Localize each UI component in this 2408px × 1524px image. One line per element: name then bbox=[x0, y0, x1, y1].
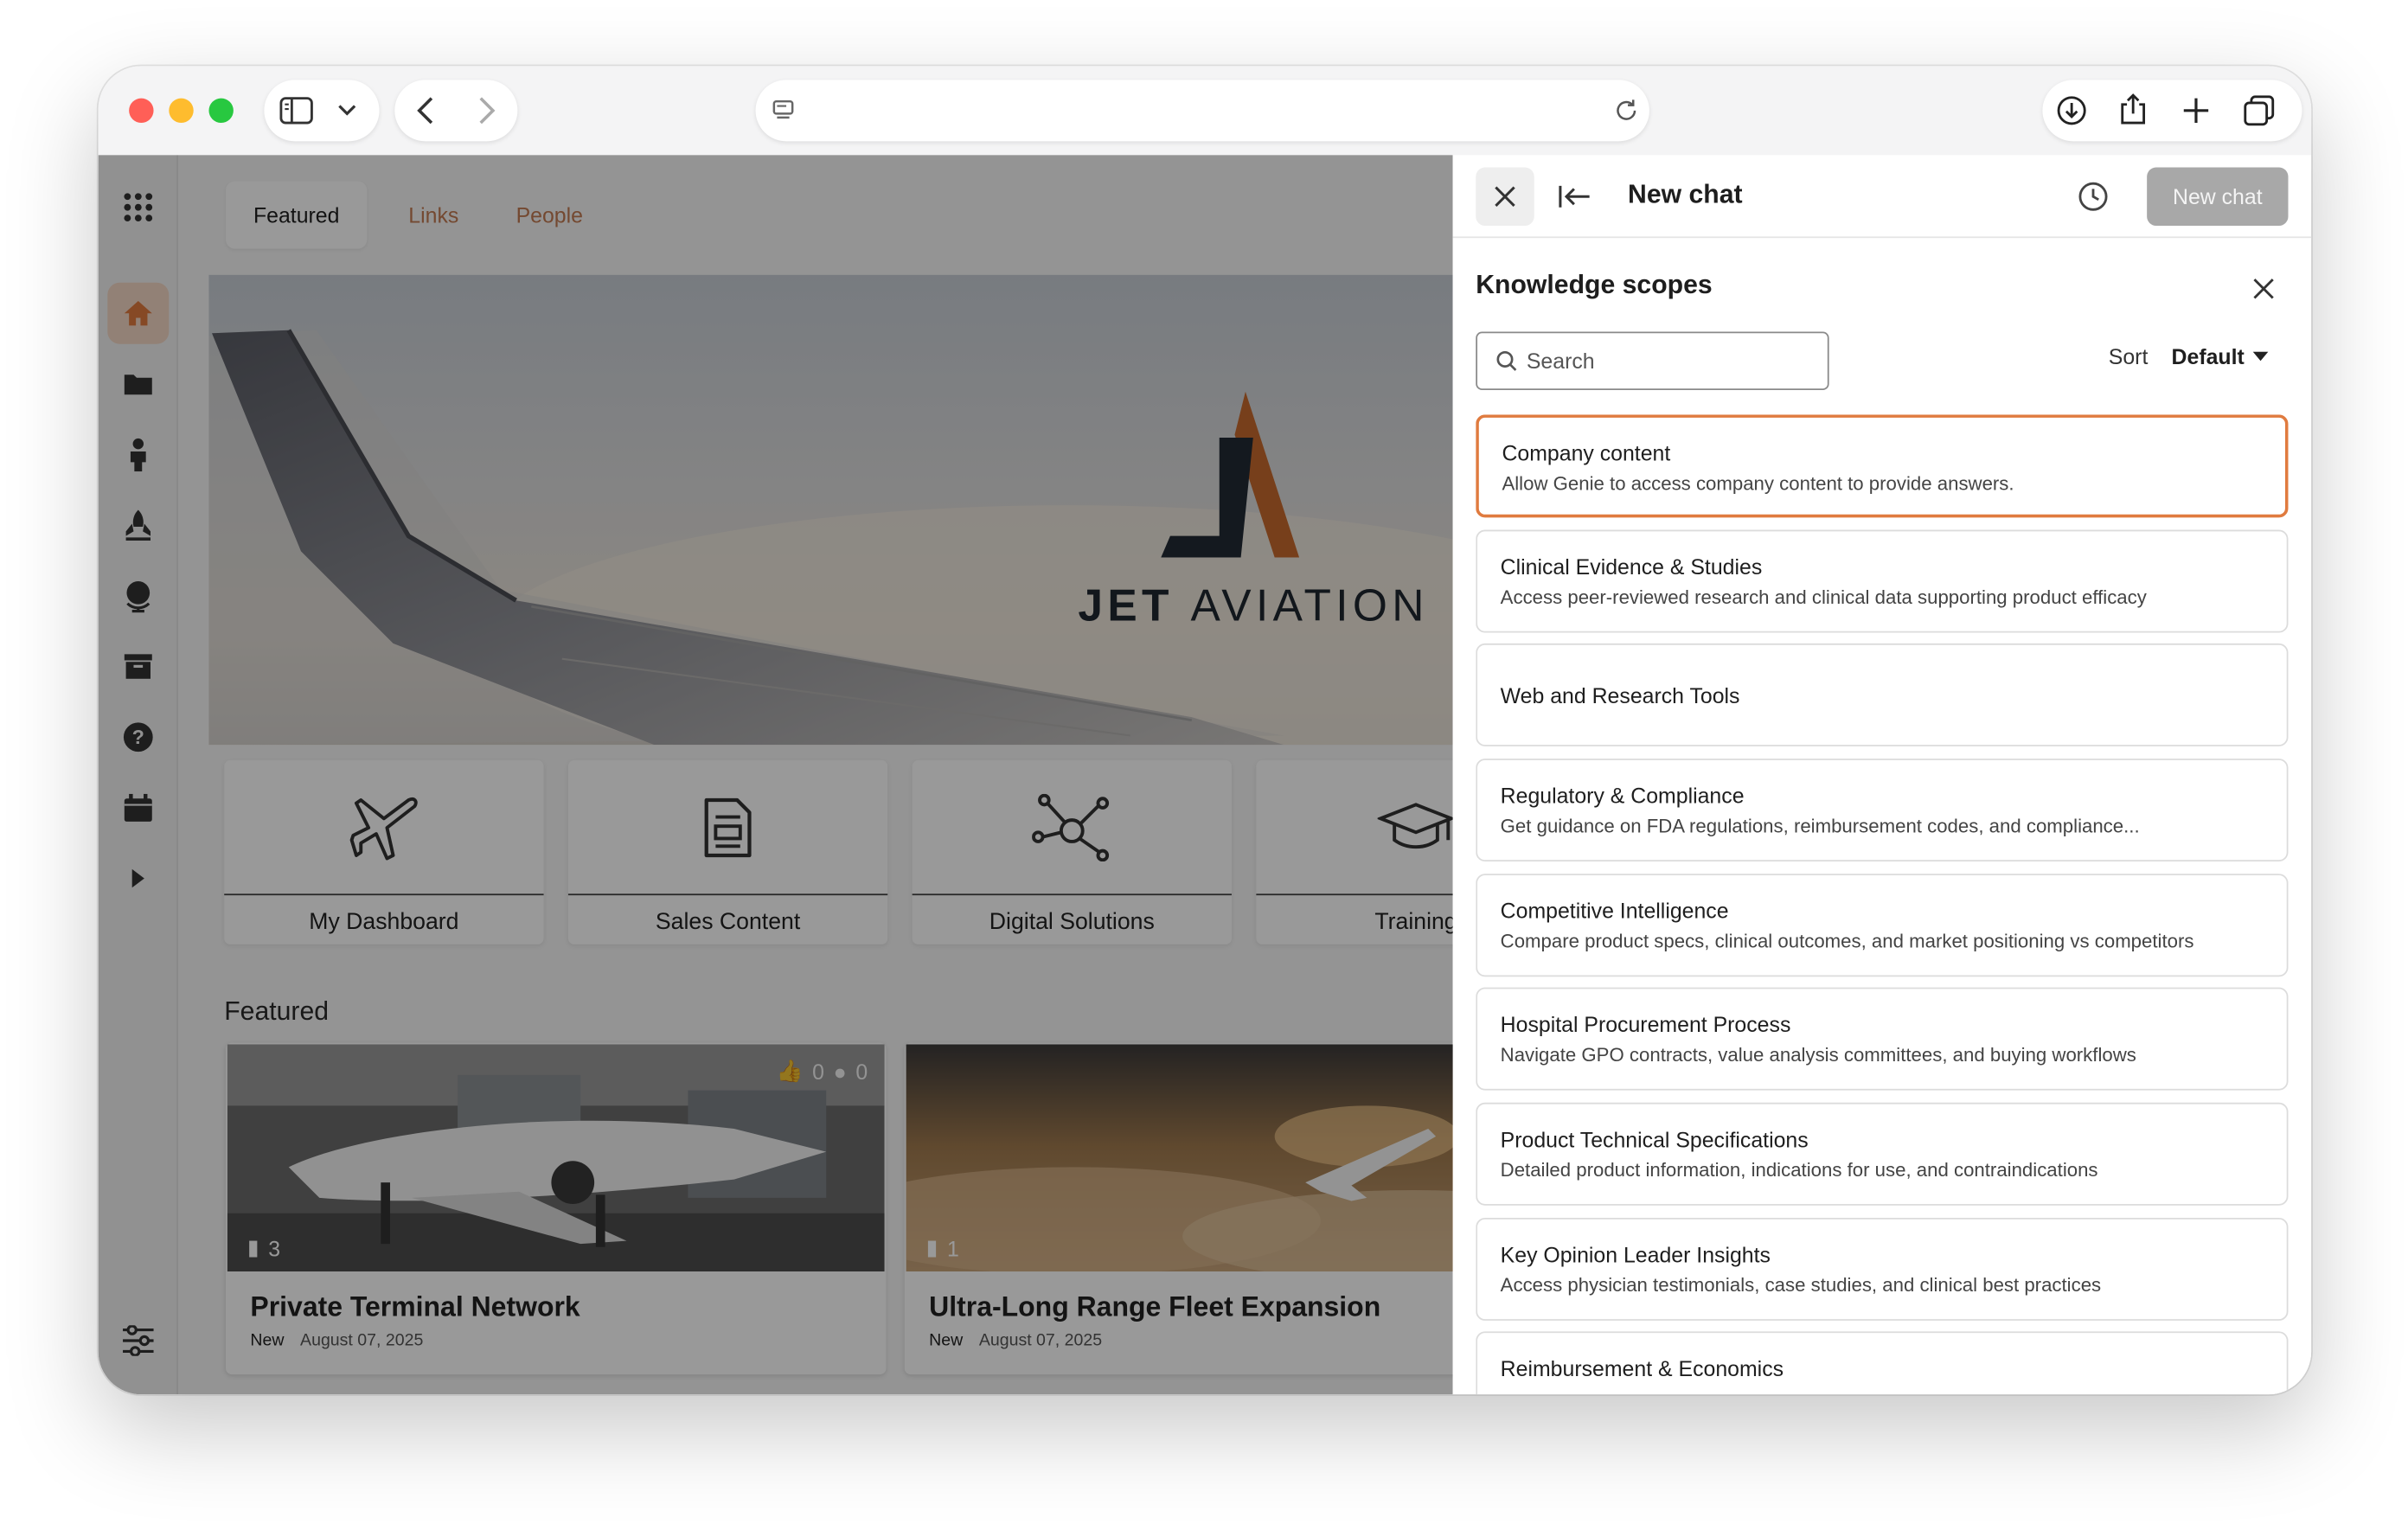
history-button[interactable] bbox=[2075, 178, 2112, 215]
scope-title: Product Technical Specifications bbox=[1500, 1127, 1809, 1152]
chevron-down-icon[interactable] bbox=[335, 99, 359, 123]
scope-item[interactable]: Web and Research Tools bbox=[1476, 643, 2289, 746]
scope-description: Navigate GPO contracts, value analysis c… bbox=[1500, 1044, 2136, 1066]
scope-description: Allow Genie to access company content to… bbox=[1502, 472, 2014, 495]
knowledge-scopes-title: Knowledge scopes bbox=[1476, 270, 1713, 300]
screen: ? Featured Links People JET AVIATION My … bbox=[0, 0, 2408, 1523]
sort-value: Default bbox=[2171, 343, 2245, 369]
scope-title: Reimbursement & Economics bbox=[1500, 1355, 1784, 1381]
close-icon bbox=[1495, 186, 1515, 207]
search-icon bbox=[1496, 350, 1517, 371]
history-icon bbox=[2078, 182, 2108, 211]
scope-item[interactable]: Clinical Evidence & Studies Access peer-… bbox=[1476, 529, 2289, 633]
panel-title: New chat bbox=[1628, 179, 1743, 209]
close-icon bbox=[2253, 279, 2274, 299]
scope-item[interactable]: Hospital Procurement Process Navigate GP… bbox=[1476, 987, 2289, 1091]
scope-title: Web and Research Tools bbox=[1500, 683, 1740, 708]
back-icon[interactable] bbox=[410, 95, 441, 126]
collapse-left-icon bbox=[1559, 185, 1590, 208]
scope-item[interactable]: Reimbursement & Economics bbox=[1476, 1331, 2289, 1395]
scope-search-input[interactable] bbox=[1526, 349, 1803, 374]
scope-description: Access physician testimonials, case stud… bbox=[1500, 1274, 2102, 1297]
scope-item[interactable]: Product Technical Specifications Detaile… bbox=[1476, 1102, 2289, 1206]
sort-label: Sort bbox=[2108, 343, 2149, 369]
knowledge-scope-list: Company content Allow Genie to access co… bbox=[1476, 414, 2289, 1395]
share-icon[interactable] bbox=[2117, 91, 2150, 128]
scope-item[interactable]: Regulatory & Compliance Get guidance on … bbox=[1476, 759, 2289, 862]
sidebar-icon[interactable] bbox=[277, 93, 317, 127]
caret-down-icon bbox=[2253, 351, 2270, 362]
plus-icon[interactable] bbox=[2181, 95, 2212, 126]
scope-title: Regulatory & Compliance bbox=[1500, 783, 1745, 808]
zoom-window-button[interactable] bbox=[208, 98, 234, 124]
sort-dropdown[interactable]: Default bbox=[2172, 344, 2270, 368]
scope-item[interactable]: Company content Allow Genie to access co… bbox=[1476, 414, 2289, 518]
close-window-button[interactable] bbox=[129, 98, 154, 124]
modal-backdrop[interactable] bbox=[98, 155, 1453, 1395]
scope-title: Company content bbox=[1502, 440, 1671, 465]
reload-icon[interactable] bbox=[1612, 97, 1640, 125]
download-icon[interactable] bbox=[2055, 93, 2089, 127]
minimize-window-button[interactable] bbox=[169, 98, 194, 124]
scope-title: Competitive Intelligence bbox=[1500, 898, 1729, 924]
collapse-panel-button[interactable] bbox=[1554, 176, 1594, 216]
scope-search-field[interactable] bbox=[1476, 331, 1829, 390]
tabs-icon[interactable] bbox=[2242, 93, 2276, 127]
scope-title: Clinical Evidence & Studies bbox=[1500, 554, 1763, 580]
scope-description: Get guidance on FDA regulations, reimbur… bbox=[1500, 815, 2140, 837]
browser-toolbar bbox=[98, 66, 2312, 156]
new-chat-button[interactable]: New chat bbox=[2147, 167, 2289, 226]
scope-description: Access peer-reviewed research and clinic… bbox=[1500, 586, 2147, 609]
close-scopes-button[interactable] bbox=[2247, 272, 2281, 305]
scope-item[interactable]: Competitive Intelligence Compare product… bbox=[1476, 874, 2289, 977]
scope-item[interactable]: Key Opinion Leader Insights Access physi… bbox=[1476, 1217, 2289, 1321]
scope-description: Compare product specs, clinical outcomes… bbox=[1500, 930, 2194, 952]
scope-description: Detailed product information, indication… bbox=[1500, 1159, 2098, 1181]
chat-panel: New chat New chat Knowledge scopes Sort … bbox=[1452, 155, 2312, 1395]
address-bar[interactable] bbox=[755, 80, 1649, 142]
chat-panel-header: New chat New chat bbox=[1452, 155, 2312, 239]
app-area: ? Featured Links People JET AVIATION My … bbox=[98, 155, 2312, 1395]
close-panel-button[interactable] bbox=[1476, 167, 1534, 226]
forward-icon[interactable] bbox=[471, 95, 503, 126]
scope-title: Key Opinion Leader Insights bbox=[1500, 1242, 1771, 1267]
browser-window: ? Featured Links People JET AVIATION My … bbox=[98, 66, 2312, 1395]
scope-title: Hospital Procurement Process bbox=[1500, 1012, 1791, 1037]
page-icon bbox=[770, 97, 797, 125]
